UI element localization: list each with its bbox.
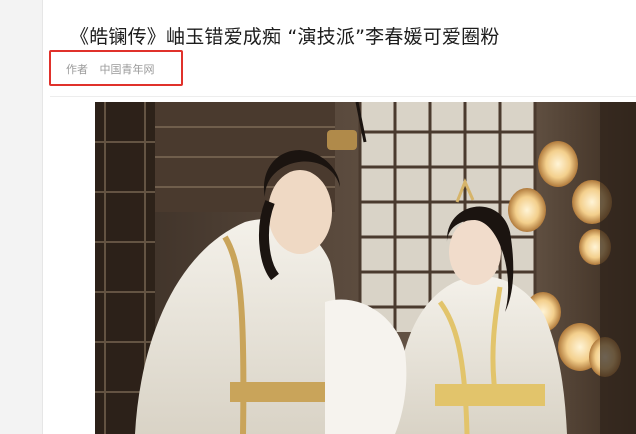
left-sidebar-gutter	[0, 0, 43, 434]
article-page: 《皓镧传》岫玉错爱成痴 “演技派”李春媛可爱圈粉 作者 中国青年网	[0, 0, 636, 434]
header-divider	[50, 96, 636, 97]
author-highlight-box	[49, 50, 183, 86]
drama-still-illustration	[95, 102, 636, 434]
article-title: 《皓镧传》岫玉错爱成痴 “演技派”李春媛可爱圈粉	[70, 26, 500, 48]
article-photo	[95, 102, 636, 434]
